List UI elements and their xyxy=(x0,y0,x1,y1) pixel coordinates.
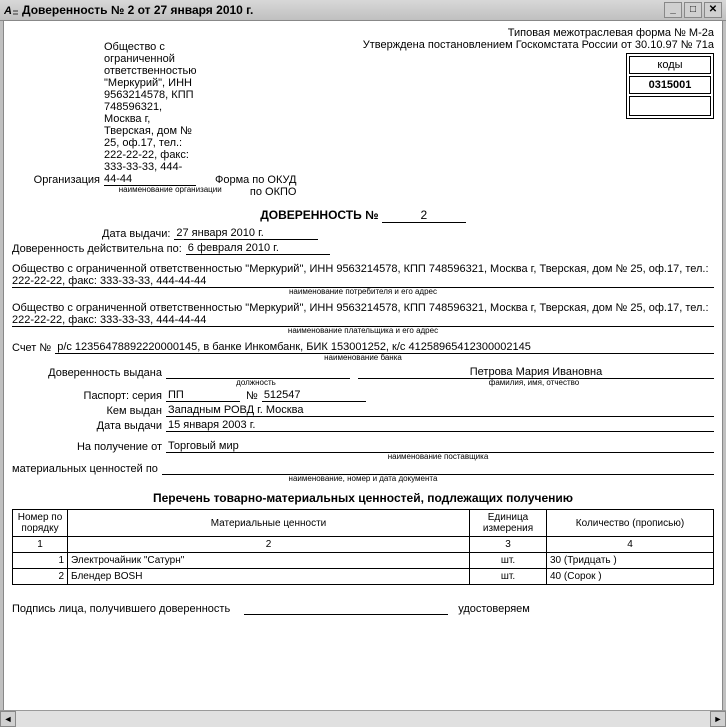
minimize-button[interactable]: _ xyxy=(664,2,682,18)
payer-text: Общество с ограниченной ответственностью… xyxy=(12,302,714,327)
account-hint: наименование банка xyxy=(12,353,714,362)
passport-num-label: № xyxy=(240,390,262,402)
svg-text:A: A xyxy=(4,5,12,17)
horizontal-scrollbar[interactable]: ◄ ► xyxy=(0,710,726,727)
cell-unit: шт. xyxy=(470,569,547,585)
cell-qty: 40 (Сорок ) xyxy=(547,569,714,585)
org-label: Организация xyxy=(12,174,104,186)
person-issue-date-value: 15 января 2003 г. xyxy=(166,419,714,432)
colnum-3: 3 xyxy=(470,537,547,553)
cell-name: Блендер BOSH xyxy=(68,569,470,585)
table-colnum-row: 1 2 3 4 xyxy=(13,537,714,553)
name-hint: фамилия, имя, отчество xyxy=(354,378,714,387)
colnum-1: 1 xyxy=(13,537,68,553)
okpo-label: по ОКПО xyxy=(240,186,300,198)
issued-by-label: Кем выдан xyxy=(12,405,166,417)
payer-hint: наименование плательщика и его адрес xyxy=(12,326,714,335)
app-icon: A xyxy=(4,3,18,17)
cell-name: Электрочайник "Сатурн" xyxy=(68,553,470,569)
doc-title-row: ДОВЕРЕННОСТЬ № 2 xyxy=(12,208,714,223)
receive-from-label: На получение от xyxy=(12,441,166,453)
col-num: Номер по порядку xyxy=(13,510,68,537)
colnum-4: 4 xyxy=(547,537,714,553)
org-text: Общество с ограниченной ответственностью… xyxy=(104,41,196,186)
form-type-text: Типовая межотраслевая форма № М-2а xyxy=(363,27,714,39)
signature-label: Подпись лица, получившего доверенность xyxy=(12,603,234,615)
passport-num: 512547 xyxy=(262,389,366,402)
cell-num: 1 xyxy=(13,553,68,569)
valid-until-label: Доверенность действительна по: xyxy=(12,243,186,255)
cell-qty: 30 (Тридцать ) xyxy=(547,553,714,569)
codes-box: коды 0315001 xyxy=(626,53,714,119)
close-button[interactable]: ✕ xyxy=(704,2,722,18)
okpo-value xyxy=(629,96,711,116)
scroll-right-button[interactable]: ► xyxy=(710,711,726,727)
valid-until-value: 6 февраля 2010 г. xyxy=(186,242,330,255)
items-table: Номер по порядку Материальные ценности Е… xyxy=(12,509,714,585)
receive-from-hint: наименование поставщика xyxy=(162,452,714,461)
scroll-left-button[interactable]: ◄ xyxy=(0,711,16,727)
form-approved-text: Утверждена постановлением Госкомстата Ро… xyxy=(363,39,714,51)
table-caption: Перечень товарно-материальных ценностей,… xyxy=(12,491,714,505)
doc-number: 2 xyxy=(382,208,466,223)
cell-num: 2 xyxy=(13,569,68,585)
position-hint: должность xyxy=(166,378,346,387)
table-row: 1 Электрочайник "Сатурн" шт. 30 (Тридцат… xyxy=(13,553,714,569)
issue-date-value: 27 января 2010 г. xyxy=(174,227,318,240)
okud-value: 0315001 xyxy=(629,76,711,94)
window-title: Доверенность № 2 от 27 января 2010 г. xyxy=(22,3,662,17)
document-viewport: Типовая межотраслевая форма № М-2а Утвер… xyxy=(3,20,723,711)
app-window: A Доверенность № 2 от 27 января 2010 г. … xyxy=(0,0,726,727)
doc-title-label: ДОВЕРЕННОСТЬ № xyxy=(260,208,378,222)
person-issue-date-label: Дата выдачи xyxy=(12,420,166,432)
maximize-button[interactable]: □ xyxy=(684,2,702,18)
table-header-row: Номер по порядку Материальные ценности Е… xyxy=(13,510,714,537)
passport-label: Паспорт: серия xyxy=(12,390,166,402)
issued-to-label: Доверенность выдана xyxy=(12,367,166,379)
passport-series: ПП xyxy=(166,389,240,402)
account-label: Счет № xyxy=(12,342,55,354)
col-unit: Единица измерения xyxy=(470,510,547,537)
table-row: 2 Блендер BOSH шт. 40 (Сорок ) xyxy=(13,569,714,585)
consumer-text: Общество с ограниченной ответственностью… xyxy=(12,263,714,288)
cell-unit: шт. xyxy=(470,553,547,569)
org-hint: наименование организации xyxy=(100,185,240,198)
receive-by-value xyxy=(162,474,714,475)
col-name: Материальные ценности xyxy=(68,510,470,537)
col-qty: Количество (прописью) xyxy=(547,510,714,537)
colnum-2: 2 xyxy=(68,537,470,553)
codes-caption: коды xyxy=(629,56,711,74)
issued-by-value: Западным РОВД г. Москва xyxy=(166,404,714,417)
header-right: Типовая межотраслевая форма № М-2а Утвер… xyxy=(363,27,714,119)
signature-line xyxy=(244,614,448,615)
titlebar[interactable]: A Доверенность № 2 от 27 января 2010 г. … xyxy=(0,0,726,21)
receive-by-hint: наименование, номер и дата документа xyxy=(12,474,714,483)
consumer-hint: наименование потребителя и его адрес xyxy=(12,287,714,296)
receive-by-label: материальных ценностей по xyxy=(12,463,162,475)
issue-date-label: Дата выдачи: xyxy=(102,228,174,240)
confirm-label: удостоверяем xyxy=(458,603,534,615)
